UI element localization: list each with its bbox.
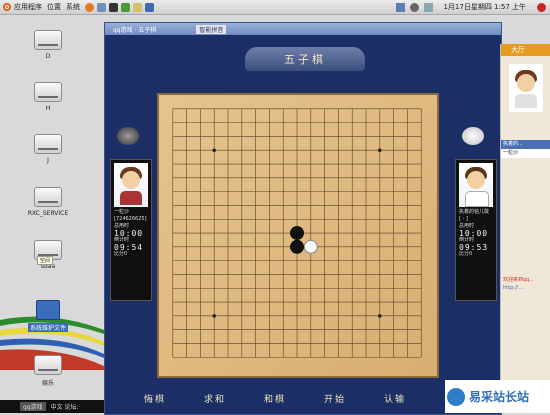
desktop-icon-label: J [47, 157, 49, 164]
watermark: 易采站长站 [445, 380, 550, 413]
right-player-id: [ - ] [459, 216, 468, 222]
right-score: 比分0 [459, 251, 473, 257]
lobby-avatar [509, 64, 543, 112]
desktop-icon-sdaa[interactable]: sdaa [13, 240, 83, 270]
desktop-icon-d[interactable]: D [13, 30, 83, 60]
left-player-panel: 一粒沙 [724626625] 总用时 10:00 倒计时 09:54 比分0 [110, 159, 152, 301]
system-menu[interactable]: 系统 [66, 2, 80, 12]
terminal-icon[interactable] [109, 2, 118, 12]
game-actions: 悔棋 求和 和棋 开始 认输 [125, 385, 425, 411]
right-total-time: 10:00 [459, 229, 489, 238]
right-step-time: 09:53 [459, 243, 489, 252]
ime-indicator[interactable]: 智能拼音 [196, 24, 227, 34]
chat-link[interactable]: http://... [503, 284, 534, 292]
left-player-id: [724626625] [114, 216, 147, 222]
ime-status: 中文 论坛: [50, 404, 79, 411]
taskbar-item-qq[interactable]: qq游戏 [20, 402, 46, 411]
list-item[interactable]: 执着的... [501, 140, 550, 149]
drive-icon [34, 82, 62, 102]
desktop-icon-rxc-service[interactable]: RXC_SERVICE [13, 187, 83, 217]
desktop-icon-h[interactable]: H [13, 82, 83, 112]
taskbar: qq游戏 中文 论坛: [0, 400, 104, 413]
places-menu[interactable]: 位置 [47, 2, 61, 12]
star-point [378, 148, 382, 153]
star-point [212, 148, 216, 153]
watermark-logo-icon [447, 387, 465, 406]
lobby-header[interactable]: 大厅 [501, 44, 550, 56]
chat-icon[interactable] [121, 2, 130, 12]
applications-menu[interactable]: 应用程序 [0, 2, 42, 12]
black-stone [290, 239, 304, 254]
ubuntu-logo-icon [3, 3, 11, 11]
folder-icon [36, 300, 60, 320]
drive-icon [34, 355, 62, 375]
left-player-avatar [114, 163, 148, 207]
volume-icon[interactable] [410, 2, 420, 12]
desktop-icon-j[interactable]: J [13, 134, 83, 164]
request-draw-button[interactable]: 求和 [204, 392, 226, 405]
mail-icon[interactable] [424, 2, 434, 12]
left-score: 比分0 [114, 251, 128, 257]
power-icon[interactable] [537, 2, 546, 12]
applications-menu-label: 应用程序 [14, 3, 42, 11]
undo-button[interactable]: 悔棋 [144, 392, 166, 405]
window-titlebar[interactable]: qq游戏 · 五子棋 智能拼音 [105, 23, 501, 35]
left-total-time: 10:00 [114, 229, 144, 238]
firefox-icon[interactable] [85, 2, 94, 12]
right-player-panel: 执着的铭儿敢 [ - ] 总用时 10:00 倒计时 09:53 比分0 [455, 159, 497, 301]
window-title: qq游戏 · 五子棋 [113, 26, 157, 34]
white-stone-bowl-icon [462, 127, 484, 145]
list-item[interactable]: 一粒沙 [501, 149, 550, 158]
chat-box: 欢迎来到qq... http://... [503, 276, 534, 292]
black-stone [290, 226, 304, 240]
star-point [212, 314, 216, 318]
draw-button[interactable]: 和棋 [264, 392, 286, 405]
left-step-time: 09:54 [114, 243, 144, 252]
start-button[interactable]: 开始 [324, 392, 346, 405]
drive-icon [34, 30, 62, 50]
watermark-text: 易采站长站 [469, 390, 530, 404]
tooltip: 空间 [37, 256, 54, 265]
top-panel: 应用程序 位置 系统 1月17日星期四 1:57 上午 [0, 0, 550, 15]
system-tray: 1月17日星期四 1:57 上午 [391, 2, 550, 12]
desktop-icon-label: D [45, 53, 51, 60]
drive-icon [34, 134, 62, 154]
system-menu-label: 系统 [66, 3, 80, 11]
window-icon[interactable] [133, 2, 142, 12]
mail-icon[interactable] [97, 2, 106, 12]
clock[interactable]: 1月17日星期四 1:57 上午 [443, 2, 526, 12]
player-list: 执着的... 一粒沙 [501, 140, 550, 158]
drive-icon [34, 187, 62, 207]
desktop-icon-label: 娱乐 [41, 380, 54, 387]
desktop-icon-entertainment[interactable]: 娱乐 [13, 355, 83, 387]
gomoku-board[interactable] [157, 93, 439, 378]
game-title: 五子棋 [245, 47, 365, 71]
right-player-name: 执着的铭儿敢 [459, 209, 490, 215]
resign-button[interactable]: 认输 [384, 392, 406, 405]
game-icon[interactable] [145, 2, 154, 12]
desktop-icon-label: 系统维护文件 [27, 323, 68, 332]
desktop-icon-system-maintenance[interactable]: 系统维护文件 [13, 300, 83, 332]
network-icon[interactable] [396, 2, 406, 12]
chat-line: 欢迎来到qq... [503, 277, 535, 283]
white-stone [303, 239, 318, 254]
star-point [378, 314, 382, 318]
left-player-name: 一粒沙 [114, 209, 130, 215]
right-player-avatar [459, 163, 493, 207]
places-menu-label: 位置 [47, 3, 61, 11]
desktop-icon-label: RXC_SERVICE [27, 210, 69, 217]
lobby-panel: 大厅 执着的... 一粒沙 欢迎来到qq... http://... [500, 44, 550, 413]
desktop-icon-label: H [45, 105, 51, 112]
gomoku-window: qq游戏 · 五子棋 智能拼音 五子棋 一粒沙 [724626625] 总用时 … [104, 22, 502, 415]
black-stone-bowl-icon [117, 127, 139, 145]
